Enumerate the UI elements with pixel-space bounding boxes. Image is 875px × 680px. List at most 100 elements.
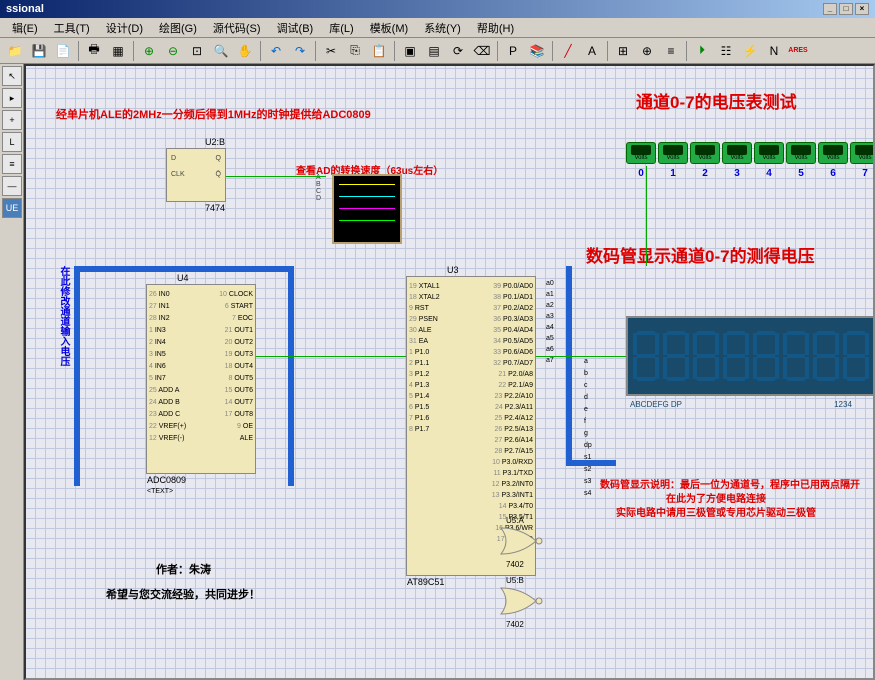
pin-label: 14 P3.4/T0 xyxy=(492,501,533,512)
maximize-button[interactable]: □ xyxy=(839,3,853,15)
block-move-icon[interactable]: ▤ xyxy=(423,40,445,62)
bus-wire xyxy=(566,460,616,466)
voltmeter[interactable]: Volts xyxy=(690,142,720,164)
clock-note: 经单片机ALE的2MHz一分频后得到1MHz的时钟提供给ADC0809 xyxy=(56,106,371,122)
pin-label: 10 P3.0/RXD xyxy=(492,457,533,468)
voltmeter[interactable]: Volts xyxy=(818,142,848,164)
toolbar-separator xyxy=(686,41,687,61)
toolbar: 📁 💾 📄 🖶 ▦ ⊕ ⊖ ⊡ 🔍 ✋ ↶ ↷ ✂ ⎘ 📋 ▣ ▤ ⟳ ⌫ P … xyxy=(0,38,875,64)
zoom-in-icon[interactable]: ⊕ xyxy=(138,40,160,62)
undo-icon[interactable]: ↶ xyxy=(265,40,287,62)
pin-label: 2 IN4 xyxy=(149,337,186,349)
gate-u5a-name: 7402 xyxy=(506,560,524,569)
wire-tool-icon[interactable]: ╱ xyxy=(557,40,579,62)
ares-icon[interactable]: ARES xyxy=(787,40,809,62)
block-copy-icon[interactable]: ▣ xyxy=(399,40,421,62)
chip-u2b[interactable]: U2:B 7474 D CLK Q Q̄ xyxy=(166,148,226,202)
toolbar-separator xyxy=(394,41,395,61)
pin-label: 3 P1.2 xyxy=(409,369,440,380)
copy-icon[interactable]: ⎘ xyxy=(344,40,366,62)
schematic-canvas[interactable]: 经单片机ALE的2MHz一分频后得到1MHz的时钟提供给ADC0809 查看AD… xyxy=(24,64,875,680)
menu-design[interactable]: 设计(D) xyxy=(98,18,151,38)
print-icon[interactable]: 🖶 xyxy=(83,40,105,62)
menu-debug[interactable]: 调试(B) xyxy=(269,18,322,38)
origin-icon[interactable]: ⊕ xyxy=(636,40,658,62)
selection-mode-icon[interactable]: ↖ xyxy=(2,66,22,86)
wire xyxy=(536,356,626,357)
voltmeter[interactable]: Volts xyxy=(850,142,875,164)
chip-u2b-name: 7474 xyxy=(205,203,225,213)
block-rotate-icon[interactable]: ⟳ xyxy=(447,40,469,62)
seven-segment-display[interactable] xyxy=(626,316,875,396)
toolbar-separator xyxy=(552,41,553,61)
block-delete-icon[interactable]: ⌫ xyxy=(471,40,493,62)
pan-icon[interactable]: ✋ xyxy=(234,40,256,62)
zoom-fit-icon[interactable]: ⊡ xyxy=(186,40,208,62)
junction-mode-icon[interactable]: + xyxy=(2,110,22,130)
subcircuit-mode-icon[interactable]: UE xyxy=(2,198,22,218)
layer-icon[interactable]: ≡ xyxy=(660,40,682,62)
pin-label: 24 ADD B xyxy=(149,397,186,409)
save-icon[interactable]: 💾 xyxy=(28,40,50,62)
page-icon[interactable]: 📄 xyxy=(52,40,74,62)
menu-system[interactable]: 系统(Y) xyxy=(416,18,469,38)
voltmeter[interactable]: Volts xyxy=(754,142,784,164)
display-pin-labels: ABCDEFG DP 1234 xyxy=(630,400,852,409)
text-mode-icon[interactable]: ≡ xyxy=(2,154,22,174)
voltmeter-channel-label: 0 xyxy=(626,168,656,179)
component-mode-icon[interactable]: ▸ xyxy=(2,88,22,108)
voltmeter[interactable]: Volts xyxy=(626,142,656,164)
bom-icon[interactable]: ☷ xyxy=(715,40,737,62)
pin-label: 35 P0.4/AD4 xyxy=(492,325,533,336)
pin-label: 26 P2.5/A13 xyxy=(492,424,533,435)
redo-icon[interactable]: ↷ xyxy=(289,40,311,62)
open-icon[interactable]: 📁 xyxy=(4,40,26,62)
menu-template[interactable]: 模板(M) xyxy=(362,18,417,38)
pin-label: 28 IN2 xyxy=(149,313,186,325)
oscilloscope[interactable] xyxy=(332,174,402,244)
toggle-grid-icon[interactable]: ⊞ xyxy=(612,40,634,62)
close-button[interactable]: × xyxy=(855,3,869,15)
voltmeter[interactable]: Volts xyxy=(722,142,752,164)
text-tool-icon[interactable]: A xyxy=(581,40,603,62)
cut-icon[interactable]: ✂ xyxy=(320,40,342,62)
voltmeter[interactable]: Volts xyxy=(786,142,816,164)
menu-tools[interactable]: 工具(T) xyxy=(46,18,98,38)
chip-u2b-ref: U2:B xyxy=(205,137,225,147)
pin-label: 32 P0.7/AD7 xyxy=(492,358,533,369)
pin-label: 1 IN3 xyxy=(149,325,186,337)
netlist-icon[interactable]: N xyxy=(763,40,785,62)
pin-label: 26 IN0 xyxy=(149,289,186,301)
lib-icon[interactable]: 📚 xyxy=(526,40,548,62)
zoom-out-icon[interactable]: ⊖ xyxy=(162,40,184,62)
digit xyxy=(783,331,809,381)
area-icon[interactable]: ▦ xyxy=(107,40,129,62)
pin-label: 4 P1.3 xyxy=(409,380,440,391)
bus-mode-icon[interactable]: — xyxy=(2,176,22,196)
voltmeter[interactable]: Volts xyxy=(658,142,688,164)
menu-source[interactable]: 源代码(S) xyxy=(205,18,269,38)
real-time-icon[interactable]: ⏵ xyxy=(691,40,713,62)
pick-icon[interactable]: P xyxy=(502,40,524,62)
chip-u4-adc0809[interactable]: U4 ADC0809 <TEXT> 26 IN027 IN128 IN21 IN… xyxy=(146,284,256,474)
zoom-area-icon[interactable]: 🔍 xyxy=(210,40,232,62)
pin-label: 7 P1.6 xyxy=(409,413,440,424)
minimize-button[interactable]: _ xyxy=(823,3,837,15)
menu-edit[interactable]: 辑(E) xyxy=(4,18,46,38)
menu-library[interactable]: 库(L) xyxy=(321,18,361,38)
digit xyxy=(633,331,659,381)
pin-label: 11 P3.1/TXD xyxy=(492,468,533,479)
paste-icon[interactable]: 📋 xyxy=(368,40,390,62)
label-mode-icon[interactable]: L xyxy=(2,132,22,152)
chip-u4-prop: <TEXT> xyxy=(147,488,173,495)
gate-u5b-ref: U5:B xyxy=(506,576,524,585)
gate-u5b[interactable]: U5:B 7402 xyxy=(496,586,556,619)
erc-icon[interactable]: ⚡ xyxy=(739,40,761,62)
menu-graph[interactable]: 绘图(G) xyxy=(151,18,205,38)
menu-help[interactable]: 帮助(H) xyxy=(469,18,522,38)
mode-sidebar: ↖ ▸ + L ≡ — UE xyxy=(0,64,24,680)
pin-label: 13 P3.3/INT1 xyxy=(492,490,533,501)
pin-label: 5 P1.4 xyxy=(409,391,440,402)
gate-u5a[interactable]: U5:A 7402 xyxy=(496,526,556,559)
toolbar-separator xyxy=(315,41,316,61)
